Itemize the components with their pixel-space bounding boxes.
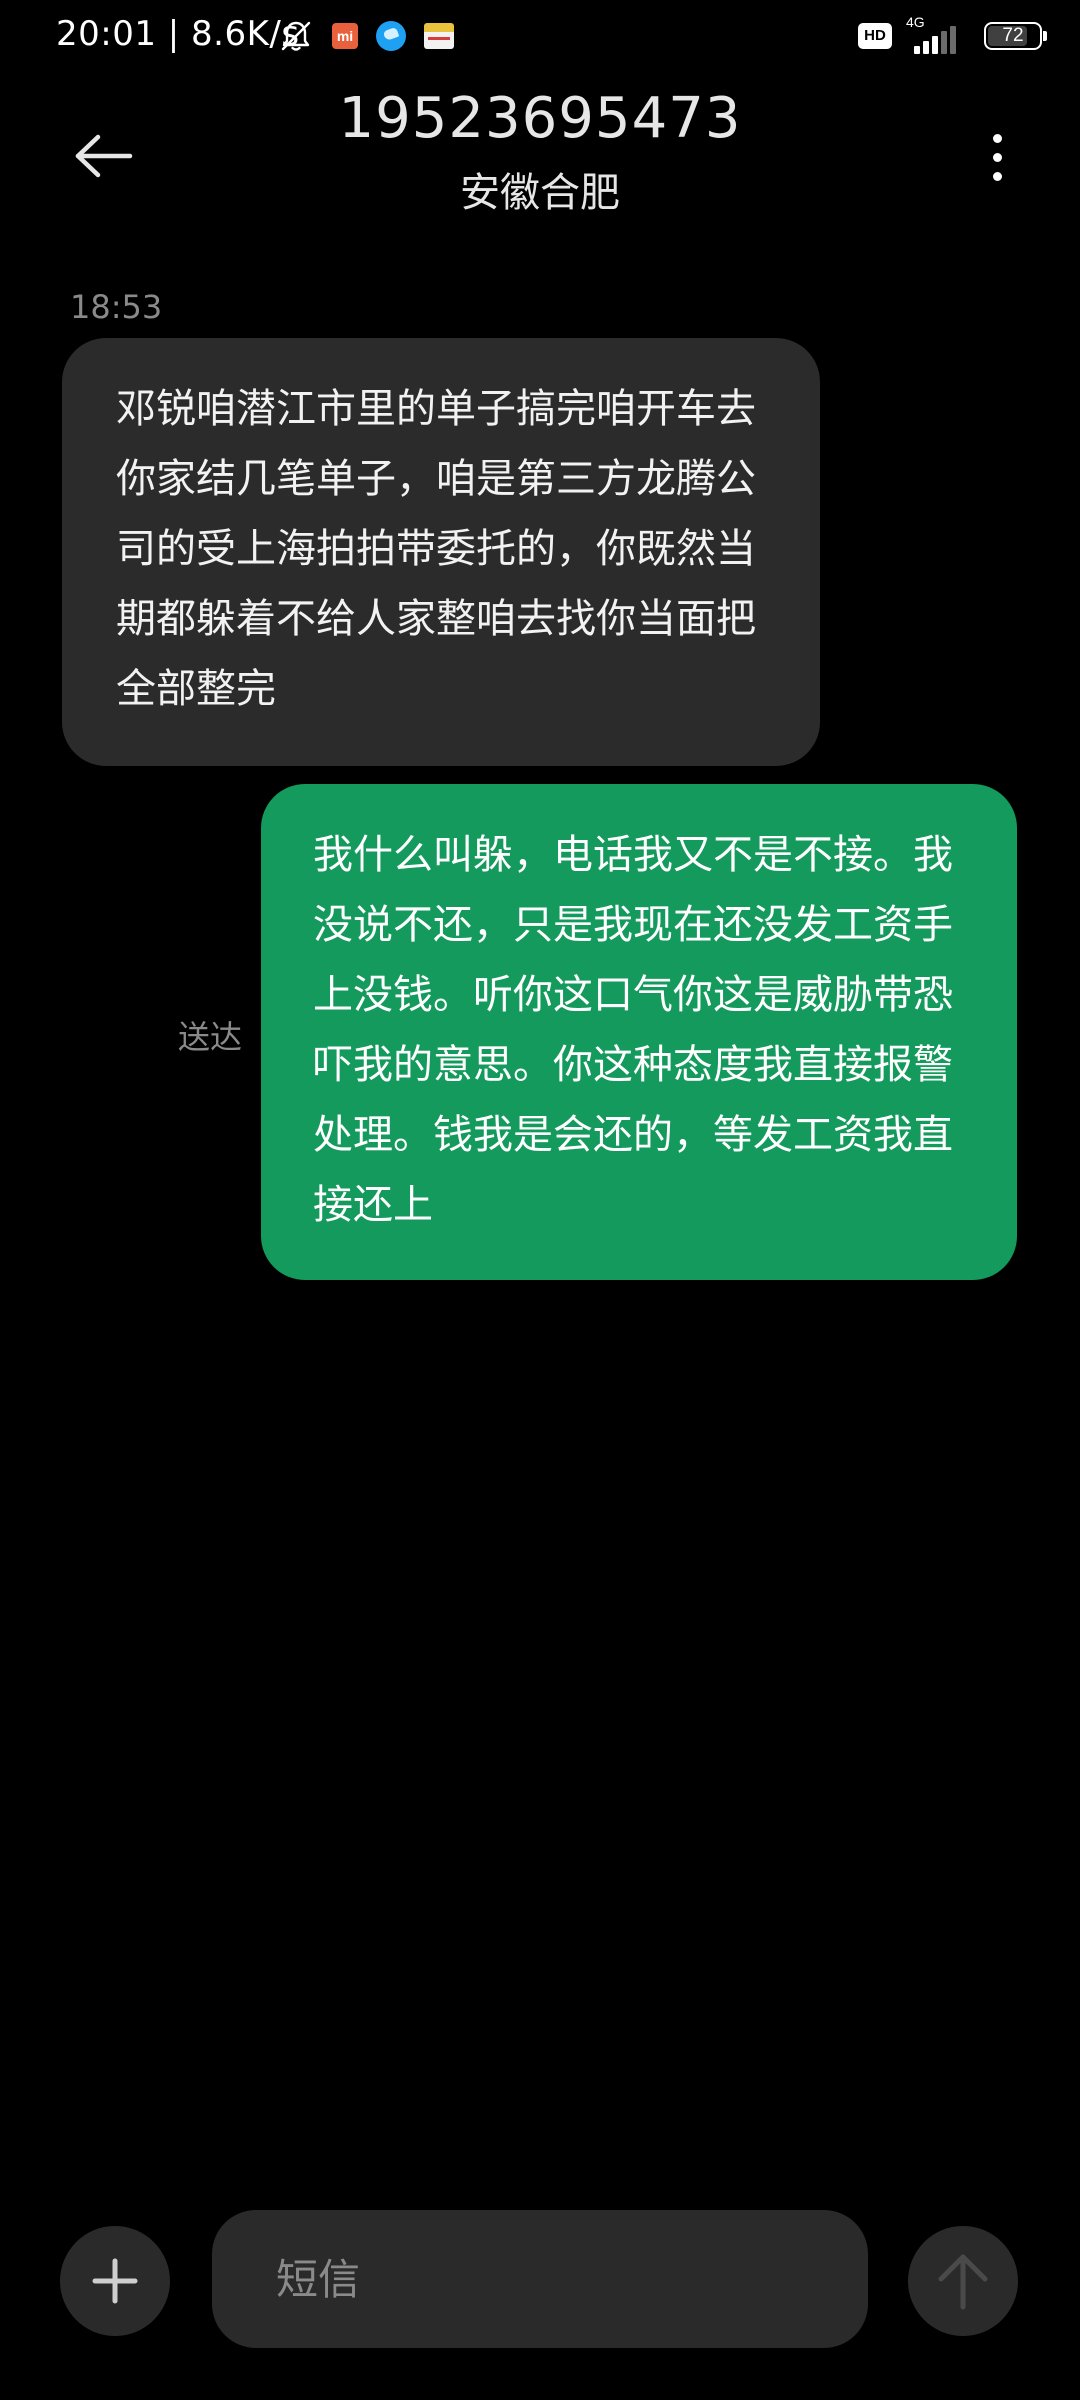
mute-bell-icon <box>281 21 311 51</box>
status-time-speed: 20:01 | 8.6K/s <box>56 14 300 54</box>
send-button[interactable] <box>908 2226 1018 2336</box>
message-input[interactable] <box>274 2253 868 2305</box>
mi-app-icon: mi <box>332 23 358 49</box>
contact-phone-number: 19523695473 <box>338 86 742 151</box>
message-timestamp: 18:53 <box>70 288 163 326</box>
signal-bars <box>914 26 956 54</box>
message-input-box[interactable] <box>212 2210 868 2348</box>
arrow-up-icon <box>938 2254 988 2310</box>
status-system-icons: HD 4G 72 <box>858 14 1047 56</box>
status-notification-icons: mi <box>278 18 454 54</box>
incoming-message-bubble[interactable]: 邓锐咱潜江市里的单子搞完咱开车去你家结几笔单子，咱是第三方龙腾公司的受上海拍拍带… <box>62 338 820 766</box>
outgoing-message-bubble[interactable]: 我什么叫躲，电话我又不是不接。我没说不还，只是我现在还没发工资手上没钱。听你这口… <box>261 784 1017 1280</box>
add-attachment-button[interactable] <box>60 2226 170 2336</box>
outgoing-message-text: 我什么叫躲，电话我又不是不接。我没说不还，只是我现在还没发工资手上没钱。听你这口… <box>313 832 953 1228</box>
battery-level: 72 <box>1002 25 1024 46</box>
signal-icon: 4G <box>904 14 972 56</box>
bird-app-icon <box>376 21 406 51</box>
plus-icon <box>92 2258 138 2304</box>
more-options-button[interactable] <box>972 122 1022 192</box>
contact-location: 安徽合肥 <box>460 170 620 216</box>
delivery-status: 送达 <box>178 1018 243 1056</box>
hd-voice-icon: HD <box>858 23 892 49</box>
battery-icon: 72 <box>984 22 1047 50</box>
vertical-dots-icon <box>992 133 1002 143</box>
incoming-message-text: 邓锐咱潜江市里的单子搞完咱开车去你家结几笔单子，咱是第三方龙腾公司的受上海拍拍带… <box>116 386 756 712</box>
wallet-card-icon <box>424 23 454 49</box>
conversation-header: 19523695473 安徽合肥 <box>0 80 1080 230</box>
status-bar: 20:01 | 8.6K/s mi HD 4G 72 <box>0 0 1080 76</box>
